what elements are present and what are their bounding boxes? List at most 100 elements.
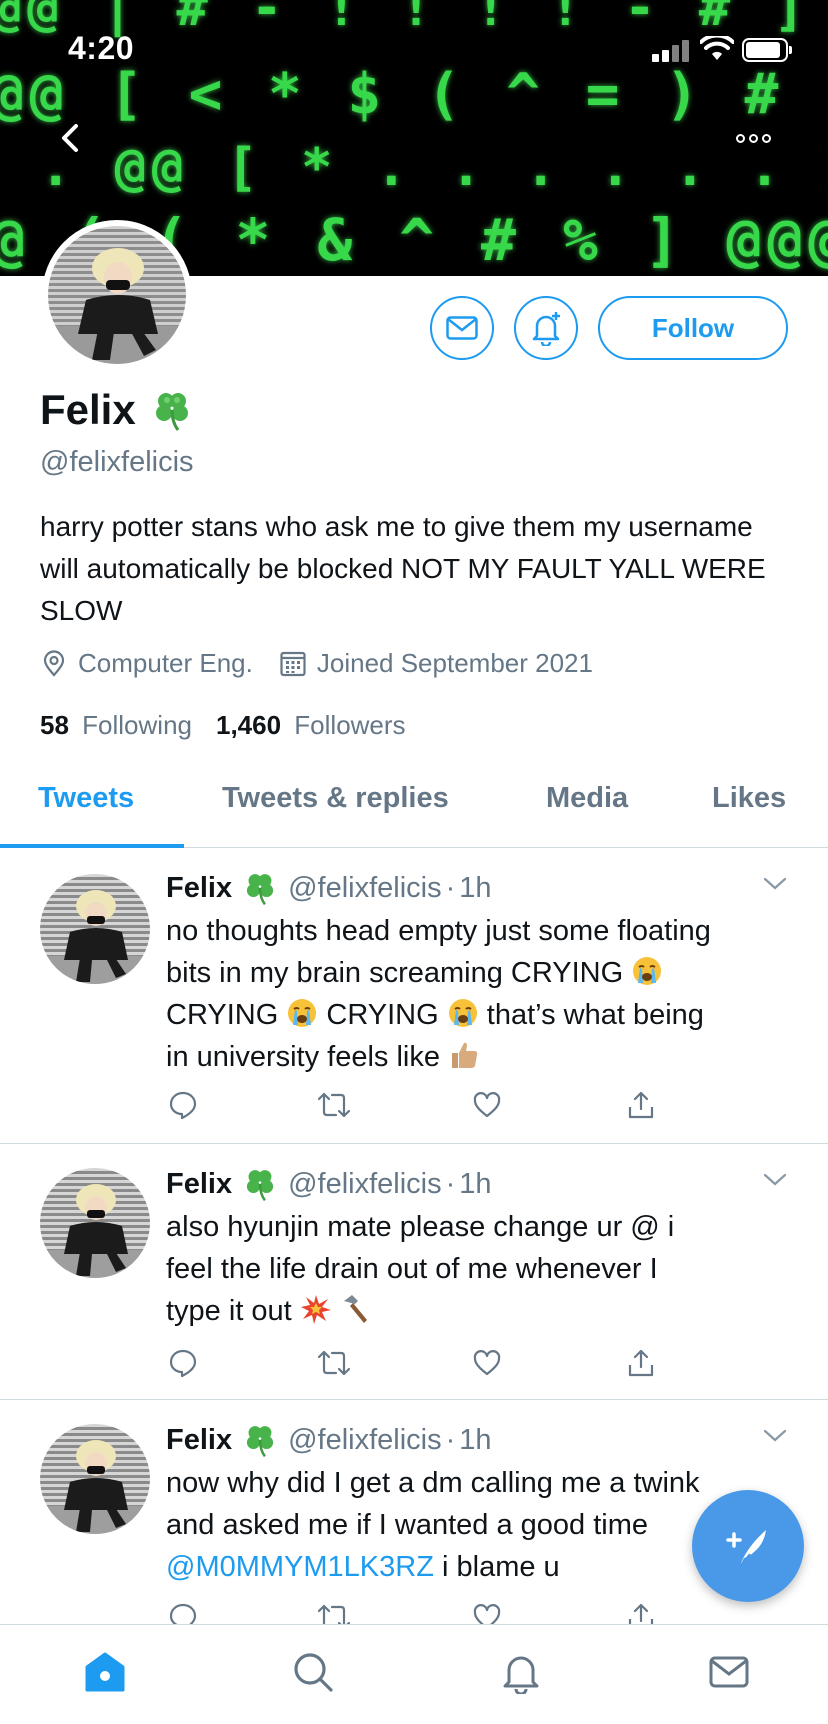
tweet-separator: · bbox=[445, 871, 456, 904]
profile-location: Computer Eng. bbox=[40, 648, 253, 679]
nav-messages[interactable] bbox=[704, 1647, 754, 1697]
reply-icon[interactable] bbox=[168, 1090, 198, 1120]
profile-name: Felix bbox=[40, 386, 136, 433]
tweet-time: 1h bbox=[459, 1423, 492, 1456]
notifications-toggle-button[interactable] bbox=[514, 296, 578, 360]
tweet-text-line: feel the life drain out of me whenever I bbox=[166, 1253, 658, 1285]
nav-home[interactable] bbox=[80, 1647, 130, 1697]
nav-notifications[interactable] bbox=[496, 1647, 546, 1697]
tweet-text: also hyunjin mate please change ur @ i f… bbox=[166, 1206, 792, 1332]
profile-joined: Joined September 2021 bbox=[279, 648, 593, 679]
tweet-text-line: in university feels like bbox=[166, 1036, 792, 1078]
tweet-text-line: CRYING CRYING that’s what being bbox=[166, 994, 792, 1036]
tweet-avatar[interactable] bbox=[40, 874, 150, 984]
tweet-text-segment: CRYING bbox=[166, 999, 279, 1031]
heart-icon[interactable] bbox=[472, 1090, 502, 1120]
status-time: 4:20 bbox=[68, 30, 135, 66]
avatar-image bbox=[40, 874, 150, 984]
chevron-down-icon[interactable] bbox=[762, 1428, 788, 1444]
compose-feather-icon bbox=[726, 1530, 766, 1567]
compose-tweet-button[interactable] bbox=[692, 1490, 804, 1602]
tweet-item[interactable]: Felix @felixfelicis · 1h also hyunjin ma… bbox=[0, 1144, 828, 1400]
tweet-author-handle: @felixfelicis bbox=[288, 1423, 442, 1456]
tweet-actions bbox=[166, 1602, 666, 1624]
heart-icon[interactable] bbox=[472, 1602, 502, 1624]
tweet-time: 1h bbox=[459, 871, 492, 904]
tweet-text-line: bits in my brain screaming CRYING bbox=[166, 952, 792, 994]
tweet-header: Felix @felixfelicis · 1h bbox=[166, 1422, 492, 1458]
retweet-icon[interactable] bbox=[316, 1348, 352, 1378]
tab-tweets-replies[interactable]: Tweets & replies bbox=[222, 782, 449, 815]
profile-tabs: Tweets Tweets & replies Media Likes bbox=[0, 760, 828, 848]
retweet-icon[interactable] bbox=[316, 1602, 352, 1624]
tweet-text: no thoughts head empty just some floatin… bbox=[166, 910, 792, 1078]
home-icon bbox=[85, 1652, 125, 1692]
location-text: Computer Eng. bbox=[78, 648, 253, 678]
chevron-down-icon[interactable] bbox=[762, 1172, 788, 1188]
following-count: 58 bbox=[40, 710, 69, 740]
tweet-text-line: no thoughts head empty just some floatin… bbox=[166, 915, 711, 947]
reply-icon[interactable] bbox=[168, 1348, 198, 1378]
chevron-down-icon[interactable] bbox=[762, 876, 788, 892]
tweet-item[interactable]: Felix @felixfelicis · 1h no thoughts hea… bbox=[0, 848, 828, 1144]
four-leaf-clover-icon bbox=[155, 393, 188, 431]
tab-tweets[interactable]: Tweets bbox=[38, 782, 134, 815]
nav-search[interactable] bbox=[288, 1647, 338, 1697]
retweet-icon[interactable] bbox=[316, 1090, 352, 1120]
profile-name-row: Felix bbox=[40, 386, 194, 434]
avatar-image bbox=[48, 226, 186, 364]
profile-stats: 58 Following 1,460 Followers bbox=[40, 710, 430, 741]
tweet-text-segment: type it out bbox=[166, 1295, 292, 1327]
tweet-actions bbox=[166, 1090, 666, 1126]
search-icon bbox=[294, 1653, 333, 1692]
tweet-text-segment: bits in my brain screaming CRYING bbox=[166, 957, 624, 989]
tweet-author-handle: @felixfelicis bbox=[288, 1167, 442, 1200]
four-leaf-clover-icon bbox=[242, 870, 278, 906]
wifi-icon bbox=[700, 36, 734, 60]
profile-handle: @felixfelicis bbox=[40, 446, 194, 478]
tweet-actions bbox=[166, 1348, 666, 1384]
cellular-signal-icon bbox=[652, 38, 692, 62]
message-button[interactable] bbox=[430, 296, 494, 360]
tweet-separator: · bbox=[445, 1167, 456, 1200]
more-options-icon[interactable] bbox=[736, 128, 776, 150]
profile-bio: harry potter stans who ask me to give th… bbox=[40, 511, 766, 626]
joined-text: Joined September 2021 bbox=[316, 648, 593, 678]
mail-icon bbox=[446, 316, 478, 340]
following-label: Following bbox=[82, 710, 192, 740]
mail-icon bbox=[709, 1656, 749, 1688]
tweet-mention-link[interactable]: @M0MMYM1LK3RZ bbox=[166, 1551, 434, 1583]
tweet-avatar[interactable] bbox=[40, 1424, 150, 1534]
share-icon[interactable] bbox=[626, 1348, 656, 1378]
tweet-author-name: Felix bbox=[166, 1423, 233, 1456]
bell-icon bbox=[503, 1656, 539, 1694]
followers-count: 1,460 bbox=[215, 710, 282, 740]
share-icon[interactable] bbox=[626, 1090, 656, 1120]
crying-face-emoji-icon bbox=[631, 955, 663, 987]
banner-text-row: . @@ [ * . . . . . . ] @@ . . bbox=[40, 138, 828, 198]
profile-avatar[interactable] bbox=[42, 220, 192, 370]
thumbs-up-emoji-icon bbox=[448, 1039, 480, 1071]
follow-button[interactable]: Follow bbox=[598, 296, 788, 360]
back-chevron-icon[interactable] bbox=[50, 118, 90, 158]
heart-icon[interactable] bbox=[472, 1348, 502, 1378]
tweet-separator: · bbox=[445, 1423, 456, 1456]
battery-icon bbox=[742, 38, 792, 62]
following-stat[interactable]: 58 Following bbox=[40, 710, 192, 741]
tweet-text-line: also hyunjin mate please change ur @ i bbox=[166, 1211, 675, 1243]
tweet-header: Felix @felixfelicis · 1h bbox=[166, 870, 492, 906]
calendar-icon bbox=[280, 651, 306, 676]
reply-icon[interactable] bbox=[168, 1602, 198, 1624]
tweet-text-line: now why did I get a dm calling me a twin… bbox=[166, 1467, 700, 1499]
crying-face-emoji-icon bbox=[286, 997, 318, 1029]
share-icon[interactable] bbox=[626, 1602, 656, 1624]
tab-likes[interactable]: Likes bbox=[712, 782, 786, 815]
tweet-text-segment: i blame u bbox=[442, 1551, 560, 1583]
followers-stat[interactable]: 1,460 Followers bbox=[216, 710, 406, 741]
tweet-avatar[interactable] bbox=[40, 1168, 150, 1278]
avatar-image bbox=[40, 1168, 150, 1278]
status-bar: 4:20 bbox=[0, 0, 828, 100]
tweet-text-segment: that’s what being bbox=[486, 999, 704, 1031]
tweet-header: Felix @felixfelicis · 1h bbox=[166, 1166, 492, 1202]
tab-media[interactable]: Media bbox=[546, 782, 628, 815]
